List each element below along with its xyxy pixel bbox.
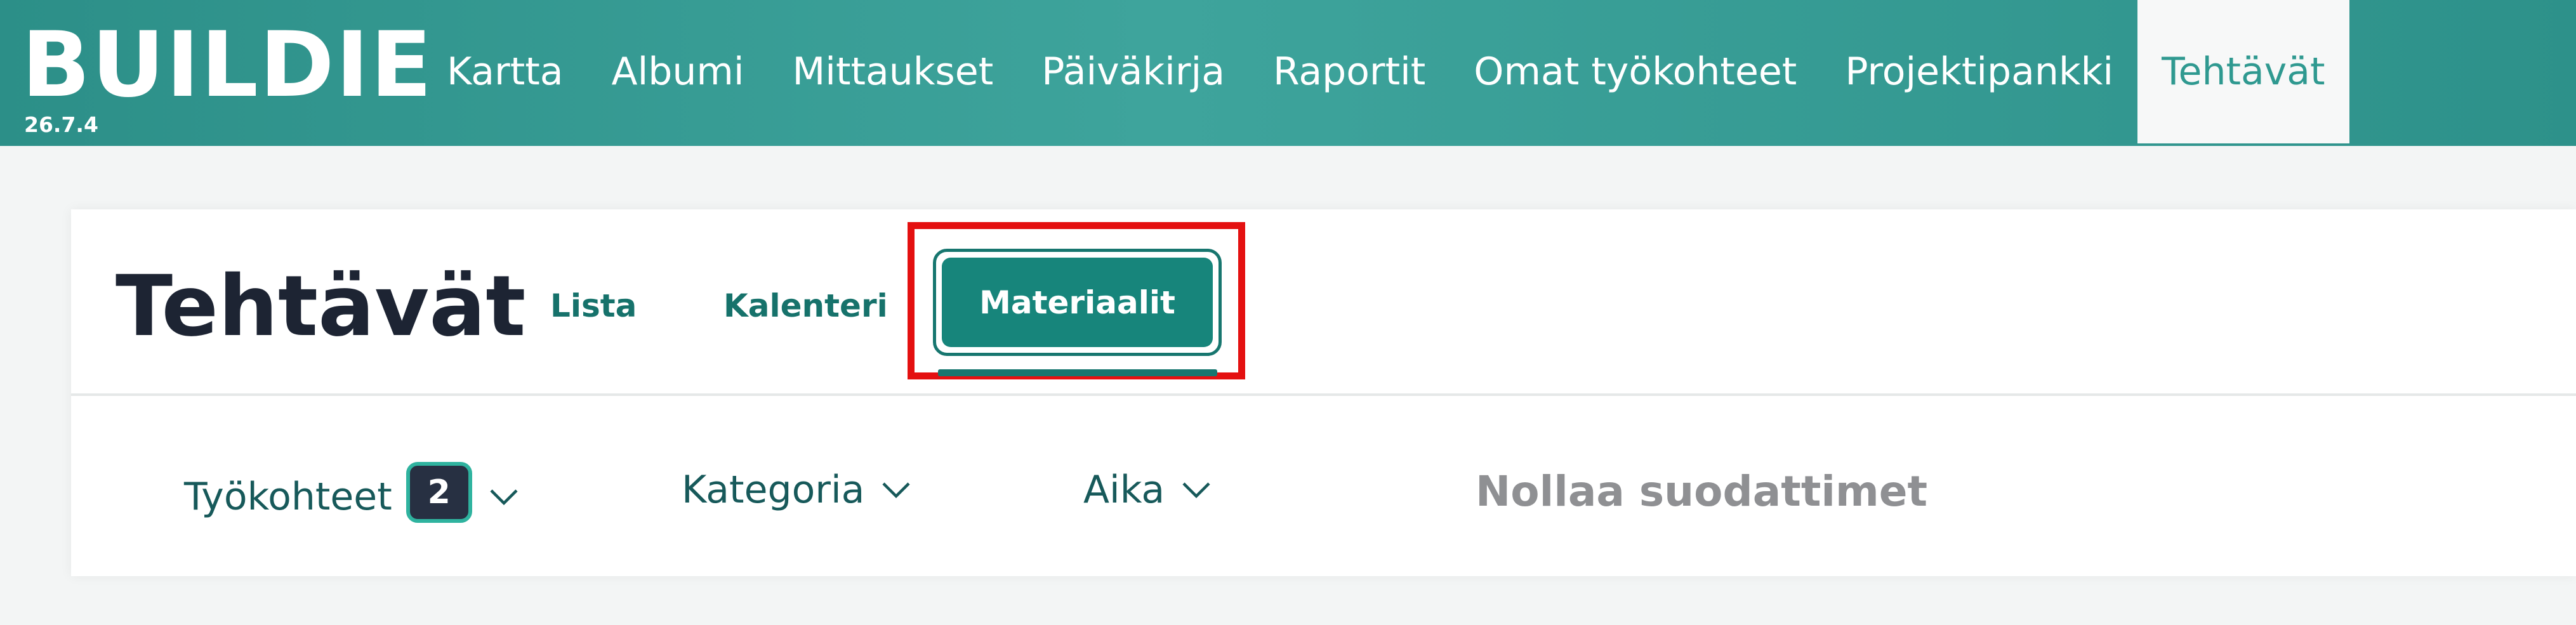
chevron-down-icon [881, 480, 911, 499]
nav-item-tehtavat[interactable]: Tehtävät [2137, 0, 2349, 143]
filter-kategoria-label: Kategoria [682, 468, 865, 512]
filter-aika-label: Aika [1083, 468, 1165, 512]
reset-filters-button[interactable]: Nollaa suodattimet [1476, 471, 1927, 513]
filter-kategoria-dropdown[interactable]: Kategoria [682, 471, 911, 509]
nav-item-projektipankki[interactable]: Projektipankki [1821, 0, 2137, 143]
tab-kalenteri[interactable]: Kalenteri [723, 290, 888, 322]
filter-aika-dropdown[interactable]: Aika [1083, 471, 1212, 509]
nav-item-albumi[interactable]: Albumi [588, 0, 769, 143]
buildie-logo[interactable]: BUILDIE [22, 20, 433, 110]
tab-materiaalit[interactable]: Materiaalit [933, 249, 1222, 356]
chevron-down-icon [1181, 480, 1212, 499]
page-title: Tehtävät [116, 258, 526, 355]
filter-bar: Työkohteet 2 Kategoria Aika Nollaa suoda… [71, 396, 2576, 576]
tab-materiaalit-label: Materiaalit [942, 258, 1213, 347]
tasks-card: Tehtävät Lista Kalenteri Materiaalit Työ… [71, 209, 2576, 576]
tasks-card-header: Tehtävät Lista Kalenteri Materiaalit [71, 209, 2576, 396]
nav-item-paivakirja[interactable]: Päiväkirja [1017, 0, 1249, 143]
filter-tyokohteet-dropdown[interactable]: Työkohteet 2 [184, 462, 519, 523]
main-nav: Kartta Albumi Mittaukset Päiväkirja Rapo… [429, 0, 2349, 143]
top-navigation-bar: BUILDIE 26.7.4 Kartta Albumi Mittaukset … [0, 0, 2576, 146]
nav-item-omat-tyokohteet[interactable]: Omat työkohteet [1450, 0, 1821, 143]
filter-tyokohteet-label: Työkohteet [184, 475, 392, 519]
chevron-down-icon [489, 487, 519, 506]
app-version: 26.7.4 [24, 112, 98, 137]
nav-item-mittaukset[interactable]: Mittaukset [769, 0, 1018, 143]
filter-count-badge: 2 [406, 462, 472, 523]
nav-item-kartta[interactable]: Kartta [429, 0, 588, 143]
tab-lista[interactable]: Lista [550, 290, 637, 322]
nav-item-raportit[interactable]: Raportit [1249, 0, 1450, 143]
active-tab-underline [938, 369, 1217, 376]
